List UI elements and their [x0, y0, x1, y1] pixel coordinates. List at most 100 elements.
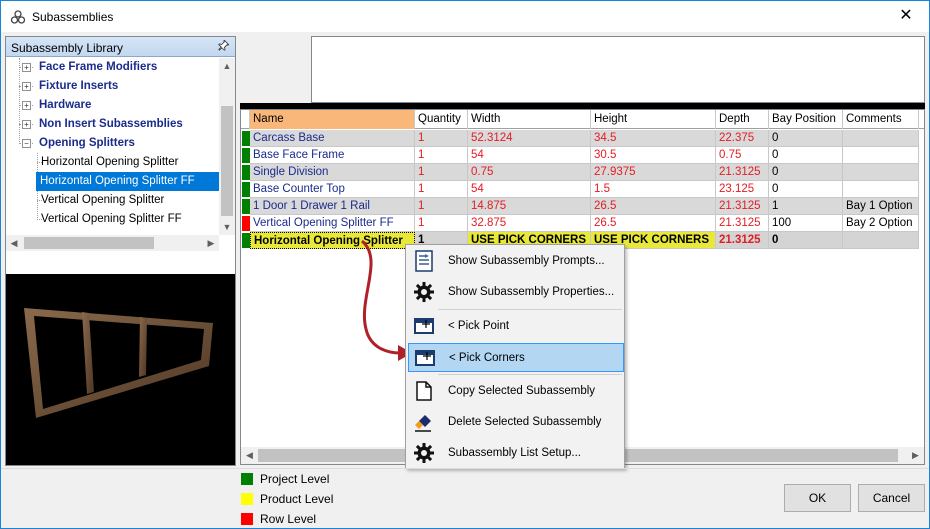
- table-row[interactable]: Carcass Base 1 52.3124 34.5 22.375 0: [241, 130, 924, 147]
- cell-width[interactable]: 14.875: [468, 198, 591, 215]
- cell-quantity[interactable]: 1: [415, 164, 468, 181]
- cell-height[interactable]: 27.9375: [591, 164, 716, 181]
- cell-comments[interactable]: [843, 232, 919, 249]
- cell-quantity[interactable]: 1: [415, 130, 468, 147]
- scroll-down-icon[interactable]: ▼: [219, 219, 235, 235]
- cell-width[interactable]: 32.875: [468, 215, 591, 232]
- cell-height[interactable]: 26.5: [591, 215, 716, 232]
- cell-name[interactable]: Carcass Base: [250, 130, 415, 147]
- tree-hscroll-thumb[interactable]: [24, 237, 154, 249]
- menu-item-pick-point[interactable]: < Pick Point: [408, 312, 624, 341]
- column-header-bay-position[interactable]: Bay Position: [769, 110, 843, 129]
- cell-depth[interactable]: 21.3125: [716, 232, 769, 249]
- menu-item-pick-corners[interactable]: < Pick Corners: [408, 343, 624, 372]
- cell-quantity[interactable]: 1: [415, 181, 468, 198]
- tree-item[interactable]: Horizontal Opening Splitter: [6, 153, 219, 172]
- cell-bay-position[interactable]: 0: [769, 164, 843, 181]
- column-header-quantity[interactable]: Quantity: [415, 110, 468, 129]
- cell-name[interactable]: 1 Door 1 Drawer 1 Rail: [250, 198, 415, 215]
- cell-name[interactable]: Base Counter Top: [250, 181, 415, 198]
- expand-icon[interactable]: +: [22, 120, 31, 129]
- menu-item-delete-selected-subassembly[interactable]: Delete Selected Subassembly: [408, 408, 624, 437]
- cell-comments[interactable]: [843, 181, 919, 198]
- menu-item-label: Show Subassembly Prompts...: [448, 255, 605, 267]
- cell-height[interactable]: 34.5: [591, 130, 716, 147]
- tree-item[interactable]: + Hardware: [6, 96, 219, 115]
- cell-bay-position[interactable]: 0: [769, 232, 843, 249]
- cell-comments[interactable]: [843, 147, 919, 164]
- tree-item-label: Vertical Opening Splitter FF: [41, 213, 182, 225]
- table-row[interactable]: Base Face Frame 1 54 30.5 0.75 0: [241, 147, 924, 164]
- subassemblies-dialog: Subassemblies ✕ Subassembly Library + Fac…: [0, 0, 930, 529]
- menu-item-show-subassembly-properties[interactable]: Show Subassembly Properties...: [408, 278, 624, 307]
- cell-comments[interactable]: Bay 1 Option: [843, 198, 919, 215]
- tree-item[interactable]: Vertical Opening Splitter FF: [6, 210, 219, 229]
- cell-comments[interactable]: [843, 130, 919, 147]
- cell-depth[interactable]: 0.75: [716, 147, 769, 164]
- cell-bay-position[interactable]: 0: [769, 130, 843, 147]
- cell-width[interactable]: 54: [468, 147, 591, 164]
- cell-bay-position[interactable]: 100: [769, 215, 843, 232]
- scroll-right-icon[interactable]: ▶: [203, 235, 219, 251]
- cell-depth[interactable]: 21.3125: [716, 164, 769, 181]
- column-header-depth[interactable]: Depth: [716, 110, 769, 129]
- scroll-up-icon[interactable]: ▲: [219, 58, 235, 74]
- cell-comments[interactable]: [843, 164, 919, 181]
- tree-item[interactable]: + Non Insert Subassemblies: [6, 115, 219, 134]
- tree-item[interactable]: Horizontal Opening Splitter FF: [36, 172, 219, 191]
- expand-icon[interactable]: +: [22, 101, 31, 110]
- column-header-comments[interactable]: Comments: [843, 110, 919, 129]
- grid-scroll-right-icon[interactable]: ▶: [907, 447, 924, 464]
- cell-name[interactable]: Vertical Opening Splitter FF: [250, 215, 415, 232]
- cell-bay-position[interactable]: 0: [769, 147, 843, 164]
- tree-horizontal-scrollbar[interactable]: ◀ ▶: [6, 235, 219, 251]
- cell-quantity[interactable]: 1: [415, 147, 468, 164]
- cancel-button[interactable]: Cancel: [858, 484, 925, 512]
- column-header-width[interactable]: Width: [468, 110, 591, 129]
- tree-item[interactable]: + Fixture Inserts: [6, 77, 219, 96]
- table-row[interactable]: Vertical Opening Splitter FF 1 32.875 26.5 2…: [241, 215, 924, 232]
- table-row[interactable]: Single Division 1 0.75 27.9375 21.3125 0: [241, 164, 924, 181]
- cell-quantity[interactable]: 1: [415, 215, 468, 232]
- cell-width[interactable]: 0.75: [468, 164, 591, 181]
- ok-button[interactable]: OK: [784, 484, 851, 512]
- cell-depth[interactable]: 21.3125: [716, 198, 769, 215]
- menu-item-copy-selected-subassembly[interactable]: Copy Selected Subassembly: [408, 377, 624, 406]
- menu-item-show-subassembly-prompts[interactable]: Show Subassembly Prompts...: [408, 247, 624, 276]
- close-button[interactable]: ✕: [883, 1, 929, 32]
- legend-label: Product Level: [260, 492, 334, 506]
- cell-depth[interactable]: 21.3125: [716, 215, 769, 232]
- cell-height[interactable]: 1.5: [591, 181, 716, 198]
- tree-item[interactable]: − Opening Splitters: [6, 134, 219, 153]
- tree-vertical-scrollbar[interactable]: ▲ ▼: [219, 58, 235, 235]
- cell-depth[interactable]: 23.125: [716, 181, 769, 198]
- column-header-height[interactable]: Height: [591, 110, 716, 129]
- table-row[interactable]: 1 Door 1 Drawer 1 Rail 1 14.875 26.5 21.3125…: [241, 198, 924, 215]
- cell-height[interactable]: 30.5: [591, 147, 716, 164]
- cell-width[interactable]: 52.3124: [468, 130, 591, 147]
- context-menu: Show Subassembly Prompts... Show Subassem…: [405, 244, 625, 469]
- cell-comments[interactable]: Bay 2 Option: [843, 215, 919, 232]
- tree-item[interactable]: + Face Frame Modifiers: [6, 58, 219, 77]
- cell-bay-position[interactable]: 1: [769, 198, 843, 215]
- cell-quantity[interactable]: 1: [415, 198, 468, 215]
- cell-name[interactable]: Single Division: [250, 164, 415, 181]
- cell-depth[interactable]: 22.375: [716, 130, 769, 147]
- cell-height[interactable]: 26.5: [591, 198, 716, 215]
- tree-scroll-thumb[interactable]: [221, 106, 233, 216]
- expand-icon[interactable]: +: [22, 82, 31, 91]
- tree-item[interactable]: Vertical Opening Splitter: [6, 191, 219, 210]
- collapse-icon[interactable]: −: [22, 139, 31, 148]
- cell-bay-position[interactable]: 0: [769, 181, 843, 198]
- pick-point-icon: [413, 315, 435, 337]
- prompts-icon: [413, 250, 435, 272]
- column-header-name[interactable]: Name: [250, 110, 415, 129]
- menu-item-subassembly-list-setup[interactable]: Subassembly List Setup...: [408, 439, 624, 468]
- scroll-left-icon[interactable]: ◀: [6, 235, 22, 251]
- cell-width[interactable]: 54: [468, 181, 591, 198]
- cell-name[interactable]: Base Face Frame: [250, 147, 415, 164]
- table-row[interactable]: Base Counter Top 1 54 1.5 23.125 0: [241, 181, 924, 198]
- grid-scroll-left-icon[interactable]: ◀: [241, 447, 258, 464]
- expand-icon[interactable]: +: [22, 63, 31, 72]
- pin-icon[interactable]: [217, 40, 229, 52]
